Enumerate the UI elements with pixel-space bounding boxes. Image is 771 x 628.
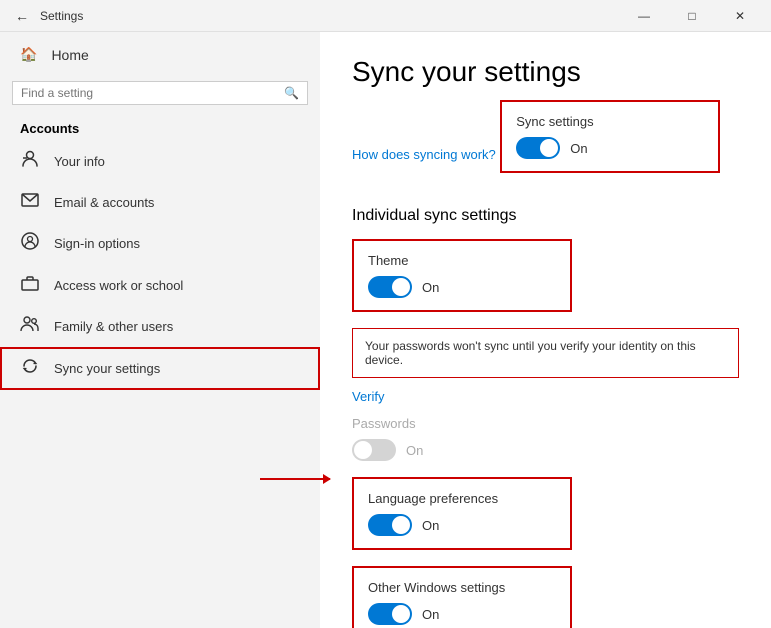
other-settings-box: Other Windows settings On xyxy=(352,566,572,628)
sidebar-item-your-info[interactable]: Your info xyxy=(0,140,320,183)
search-icon: 🔍 xyxy=(284,86,299,100)
sync-icon xyxy=(20,357,40,380)
close-button[interactable]: ✕ xyxy=(717,0,763,32)
passwords-toggle-label: On xyxy=(406,443,423,458)
warning-text: Your passwords won't sync until you veri… xyxy=(365,339,696,367)
window-controls: — □ ✕ xyxy=(621,0,763,32)
work-icon xyxy=(20,275,40,296)
password-warning-box: Your passwords won't sync until you veri… xyxy=(352,328,739,378)
how-syncing-link[interactable]: How does syncing work? xyxy=(352,147,496,162)
email-accounts-label: Email & accounts xyxy=(54,195,154,210)
work-school-label: Access work or school xyxy=(54,278,183,293)
sync-settings-label: Sync settings xyxy=(516,114,704,129)
verify-link[interactable]: Verify xyxy=(352,389,385,404)
sync-toggle-knob xyxy=(540,139,558,157)
sign-in-label: Sign-in options xyxy=(54,236,140,251)
passwords-setting: Passwords On xyxy=(352,416,739,461)
section-title: Accounts xyxy=(0,113,320,140)
language-toggle-knob xyxy=(392,516,410,534)
page-title: Sync your settings xyxy=(352,56,739,88)
theme-settings-box: Theme On xyxy=(352,239,572,312)
language-toggle-label: On xyxy=(422,518,439,533)
individual-sync-title: Individual sync settings xyxy=(352,207,739,225)
passwords-toggle-row: On xyxy=(352,439,739,461)
family-icon xyxy=(20,316,40,337)
back-icon: ← xyxy=(15,8,29,24)
sidebar: 🏠 Home 🔍 Accounts Your info xyxy=(0,32,320,628)
language-label: Language preferences xyxy=(368,491,556,506)
app-body: 🏠 Home 🔍 Accounts Your info xyxy=(0,32,771,628)
your-info-icon xyxy=(20,150,40,173)
your-info-label: Your info xyxy=(54,154,105,169)
other-settings-label: Other Windows settings xyxy=(368,580,556,595)
language-toggle-row: On xyxy=(368,514,556,536)
content-area: Sync your settings How does syncing work… xyxy=(320,32,771,628)
back-button[interactable]: ← xyxy=(8,2,36,30)
other-toggle-knob xyxy=(392,605,410,623)
theme-label: Theme xyxy=(368,253,556,268)
sync-toggle[interactable] xyxy=(516,137,560,159)
family-label: Family & other users xyxy=(54,319,173,334)
title-bar: ← Settings — □ ✕ xyxy=(0,0,771,32)
sync-label: Sync your settings xyxy=(54,361,160,376)
language-toggle[interactable] xyxy=(368,514,412,536)
minimize-button[interactable]: — xyxy=(621,0,667,32)
other-toggle[interactable] xyxy=(368,603,412,625)
passwords-label: Passwords xyxy=(352,416,739,431)
sync-toggle-label: On xyxy=(570,141,587,156)
app-title: Settings xyxy=(40,9,83,23)
sidebar-item-sync[interactable]: Sync your settings xyxy=(0,347,320,390)
home-label: Home xyxy=(51,47,88,63)
theme-toggle-label: On xyxy=(422,280,439,295)
sidebar-item-family[interactable]: Family & other users xyxy=(0,306,320,347)
sidebar-item-home[interactable]: 🏠 Home xyxy=(0,32,320,77)
other-toggle-label: On xyxy=(422,607,439,622)
sidebar-item-sign-in[interactable]: Sign-in options xyxy=(0,222,320,265)
sync-settings-box: Sync settings On xyxy=(500,100,720,173)
search-input[interactable] xyxy=(21,86,284,100)
home-icon: 🏠 xyxy=(20,46,37,63)
passwords-section: Passwords On xyxy=(352,416,739,461)
theme-toggle-knob xyxy=(392,278,410,296)
sidebar-item-work-school[interactable]: Access work or school xyxy=(0,265,320,306)
theme-toggle-row: On xyxy=(368,276,556,298)
email-icon xyxy=(20,193,40,212)
search-box[interactable]: 🔍 xyxy=(12,81,308,105)
language-settings-box: Language preferences On xyxy=(352,477,572,550)
passwords-toggle[interactable] xyxy=(352,439,396,461)
sync-toggle-row: On xyxy=(516,137,704,159)
sidebar-item-email-accounts[interactable]: Email & accounts xyxy=(0,183,320,222)
theme-toggle[interactable] xyxy=(368,276,412,298)
passwords-toggle-knob xyxy=(354,441,372,459)
maximize-button[interactable]: □ xyxy=(669,0,715,32)
sign-in-icon xyxy=(20,232,40,255)
other-toggle-row: On xyxy=(368,603,556,625)
